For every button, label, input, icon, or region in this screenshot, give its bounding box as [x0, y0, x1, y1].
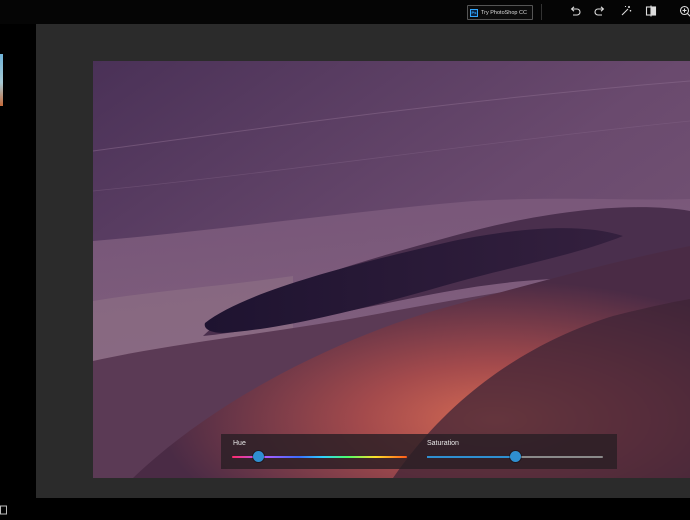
saturation-label: Saturation [427, 440, 459, 447]
redo-icon[interactable] [593, 4, 607, 18]
auto-fix-icon[interactable] [619, 4, 633, 18]
photo-thumbnail[interactable] [0, 54, 3, 106]
undo-icon[interactable] [568, 4, 582, 18]
zoom-icon[interactable] [678, 4, 690, 18]
status-bar [0, 498, 690, 518]
filmstrip-panel [0, 24, 36, 498]
compare-icon[interactable] [644, 4, 658, 18]
try-photoshop-button[interactable]: Ps Try PhotoShop CC [467, 5, 533, 20]
saturation-slider-fill [427, 456, 515, 458]
edited-photo[interactable] [93, 61, 690, 478]
hue-label: Hue [233, 440, 246, 447]
panel-toggle-icon[interactable] [0, 502, 8, 515]
hue-slider-thumb[interactable] [252, 451, 264, 462]
saturation-slider-thumb[interactable] [509, 451, 521, 462]
toolbar-divider [541, 4, 542, 20]
try-photoshop-label: Try PhotoShop CC [481, 9, 527, 16]
photoshop-logo-icon: Ps [470, 8, 478, 17]
adjustment-panel: Hue Saturation [221, 434, 617, 469]
top-toolbar: Ps Try PhotoShop CC [0, 0, 690, 24]
